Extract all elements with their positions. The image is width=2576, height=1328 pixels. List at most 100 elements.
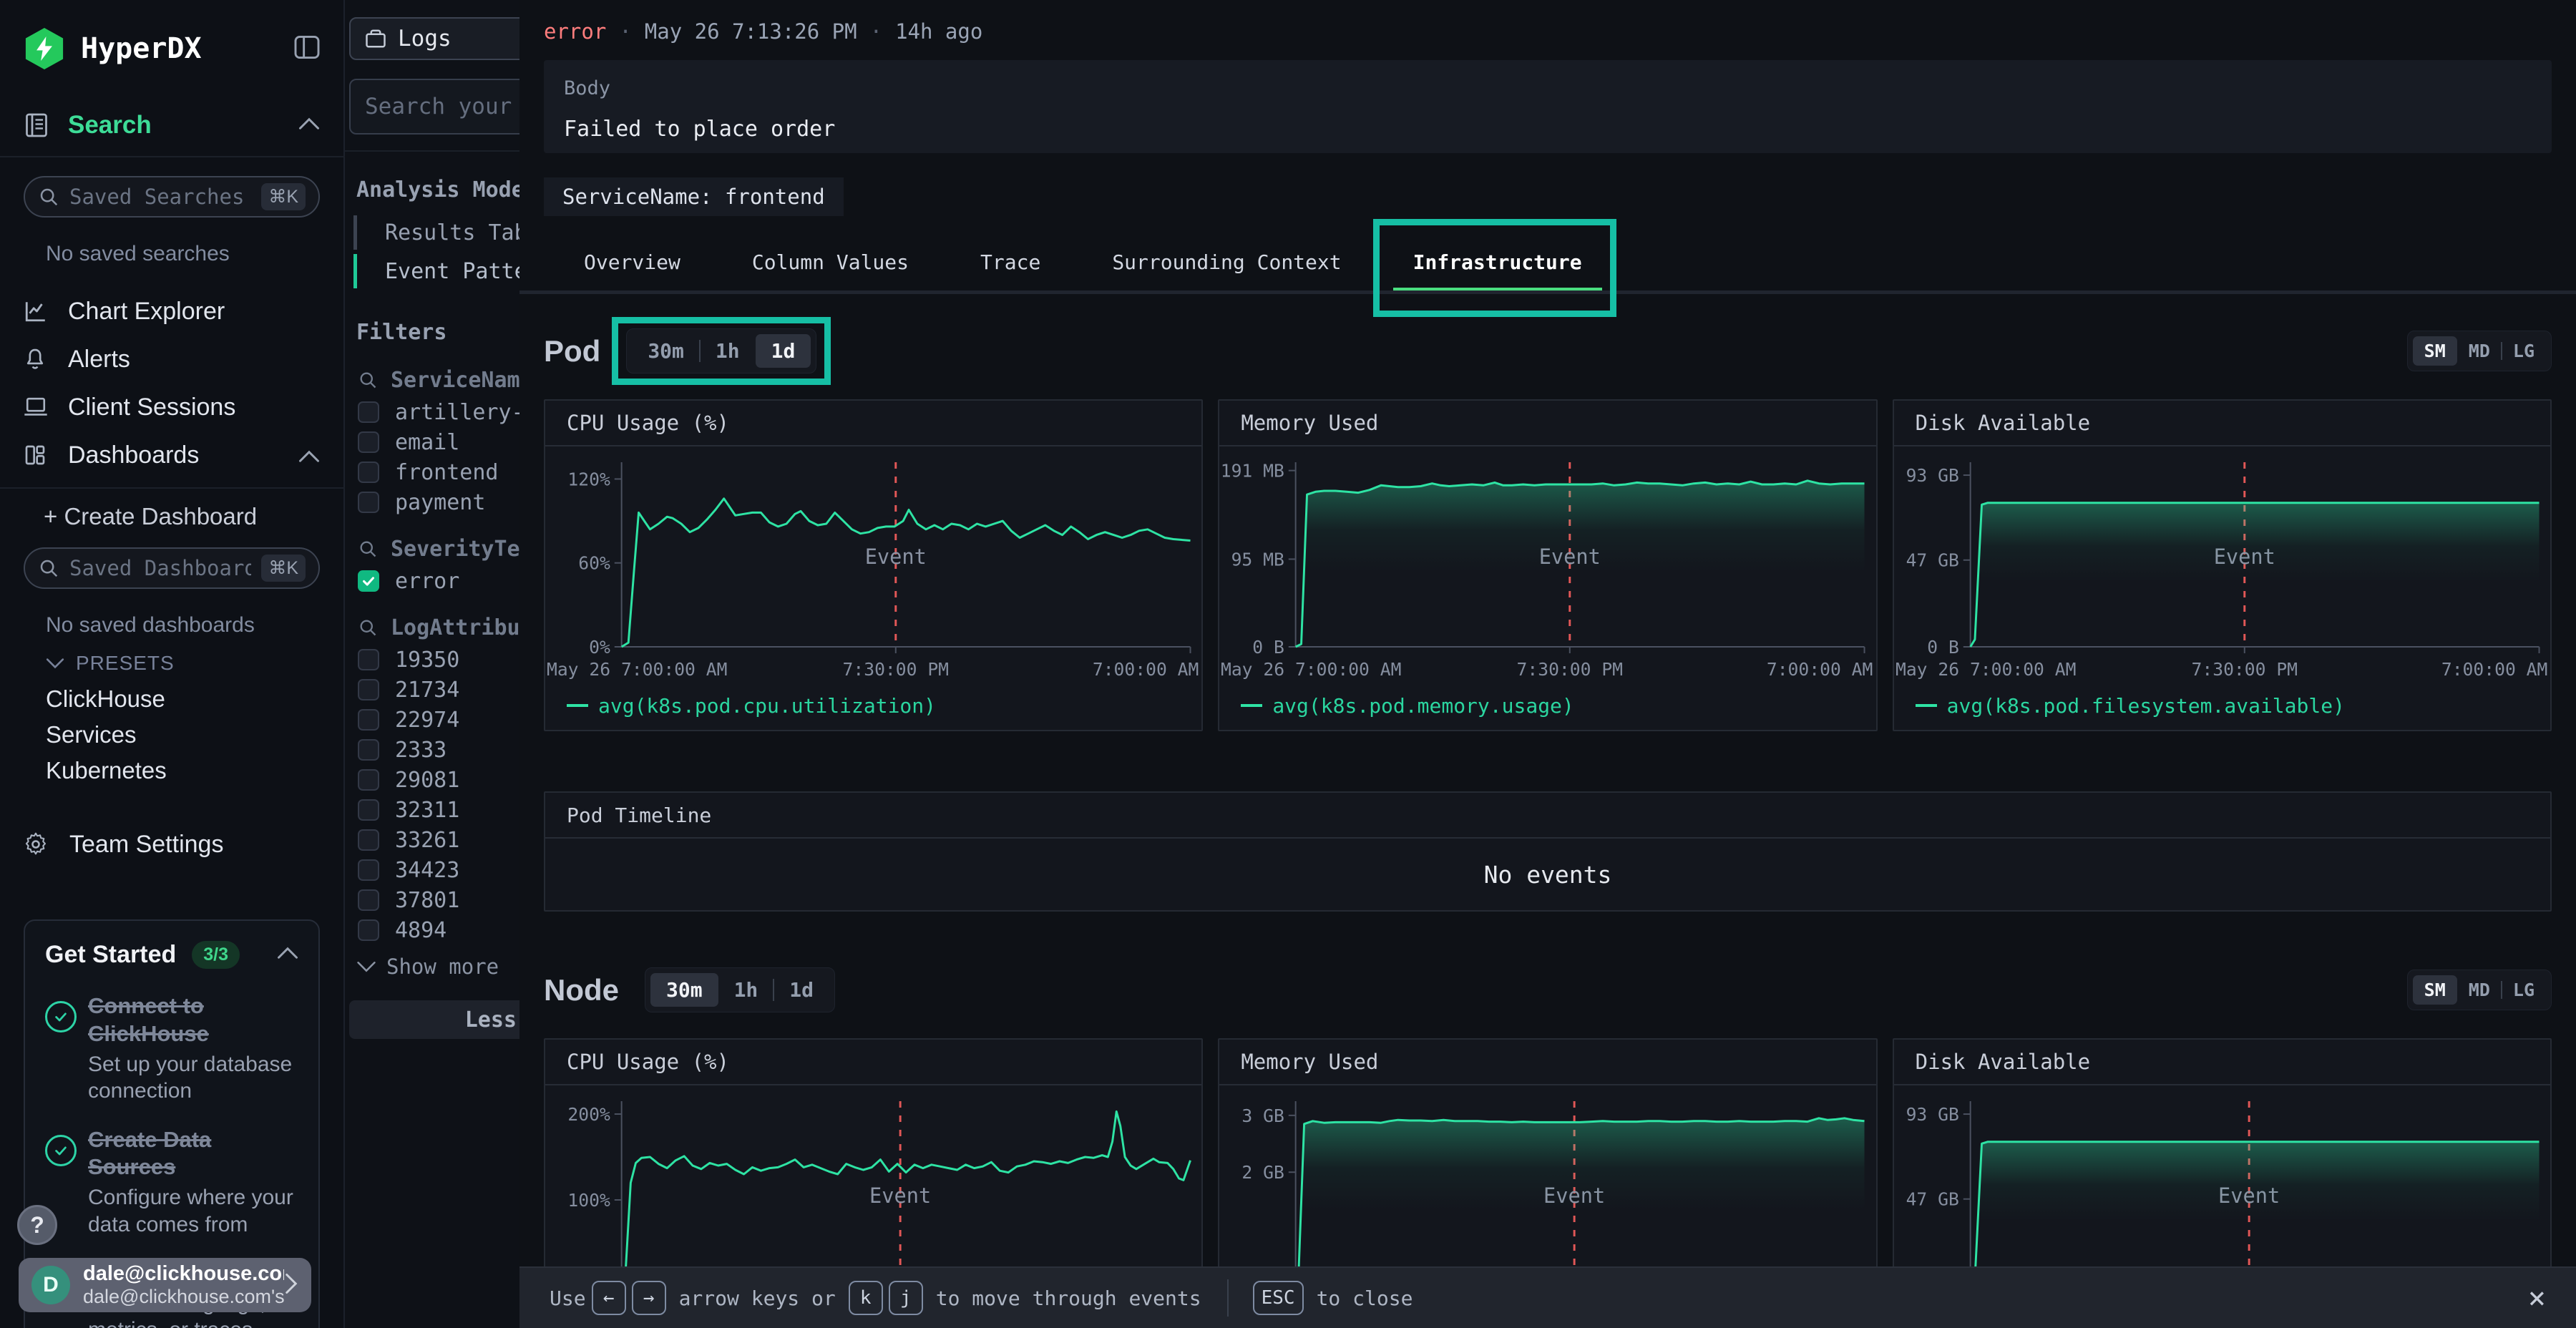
chart-title: Disk Available <box>1894 1040 2550 1085</box>
sidebar-item-chart-explorer[interactable]: Chart Explorer <box>24 296 320 326</box>
drawer-footer: Use ← → arrow keys or k j to move throug… <box>519 1266 2576 1328</box>
chart-plot[interactable]: 120%60%0%May 26 7:00:00 AM7:30:00 PM7:00… <box>545 446 1201 684</box>
collapse-sidebar-button[interactable] <box>294 36 320 62</box>
pod-size-md[interactable]: MD <box>2457 336 2502 366</box>
checkbox-checked[interactable] <box>358 570 379 592</box>
preset-kubernetes[interactable]: Kubernetes <box>24 758 320 783</box>
tab-overview[interactable]: Overview <box>584 250 680 274</box>
checkbox[interactable] <box>358 769 379 791</box>
tab-trace[interactable]: Trace <box>980 250 1040 274</box>
left-arrow-key: ← <box>592 1281 626 1315</box>
check-circle-icon <box>45 1135 77 1166</box>
cmd-k-shortcut: ⌘K <box>261 555 306 582</box>
node-section-title: Node <box>544 973 619 1007</box>
create-dashboard-button[interactable]: + Create Dashboard <box>24 502 320 532</box>
pod-range-30m[interactable]: 30m <box>632 334 700 368</box>
checkbox[interactable] <box>358 431 379 453</box>
mode-indicator <box>353 215 357 250</box>
svg-text:7:00:00 AM: 7:00:00 AM <box>1767 659 1873 680</box>
node-size-sm[interactable]: SM <box>2413 975 2457 1005</box>
laptop-icon <box>24 396 48 418</box>
pod-section-header: Pod 30m1h1d SMMDLG <box>544 328 2552 374</box>
tab-infrastructure[interactable]: Infrastructure <box>1413 250 1582 274</box>
preset-clickhouse[interactable]: ClickHouse <box>24 686 320 712</box>
checkbox[interactable] <box>358 649 379 670</box>
saved-dashboards-input[interactable]: ⌘K <box>24 547 320 589</box>
saved-dashboards-field[interactable] <box>69 556 251 580</box>
k-key: k <box>849 1281 883 1315</box>
filter-option-label: 2333 <box>395 738 447 763</box>
checkbox[interactable] <box>358 739 379 761</box>
close-drawer-icon[interactable]: × <box>2528 1283 2546 1313</box>
pod-range-1d[interactable]: 1d <box>756 334 811 368</box>
help-button[interactable]: ? <box>17 1205 57 1245</box>
pod-charts-grid: CPU Usage (%)120%60%0%May 26 7:00:00 AM7… <box>544 399 2552 731</box>
show-more-label: Show more <box>386 954 499 979</box>
event-body-panel: Body Failed to place order <box>544 60 2552 153</box>
saved-searches-field[interactable] <box>69 185 251 209</box>
svg-text:7:30:00 PM: 7:30:00 PM <box>1517 659 1624 680</box>
filter-option-label: 19350 <box>395 648 459 673</box>
chevron-up-icon[interactable] <box>277 947 298 963</box>
pod-range-1h[interactable]: 1h <box>700 334 756 368</box>
node-range-1h[interactable]: 1h <box>718 973 774 1007</box>
get-started-step[interactable]: Connect to ClickHouse Set up your databa… <box>45 992 298 1105</box>
step-subtitle: Configure where your data comes from <box>88 1184 298 1238</box>
get-started-step[interactable]: Create Data Sources Configure where your… <box>45 1126 298 1239</box>
svg-text:120%: 120% <box>567 469 610 489</box>
tab-surrounding-context[interactable]: Surrounding Context <box>1112 250 1341 274</box>
node-range-1d[interactable]: 1d <box>774 973 829 1007</box>
pod-size-sm[interactable]: SM <box>2413 336 2457 366</box>
svg-text:3 GB: 3 GB <box>1242 1105 1284 1126</box>
chevron-up-icon[interactable] <box>298 117 320 134</box>
node-range-30m[interactable]: 30m <box>650 973 718 1007</box>
presets-toggle[interactable]: PRESETS <box>24 650 320 676</box>
no-saved-dashboards-text: No saved dashboards <box>24 613 320 638</box>
svg-text:100%: 100% <box>567 1190 610 1211</box>
chart-plot[interactable]: 93 GB47 GB0 BMay 26 7:00:00 AM7:30:00 PM… <box>1894 446 2550 684</box>
footer-close-text: to close <box>1317 1286 1413 1310</box>
account-card[interactable]: D dale@clickhouse.com dale@clickhouse.co… <box>19 1258 311 1312</box>
step-title: Create Data Sources <box>88 1127 211 1180</box>
preset-services[interactable]: Services <box>24 722 320 748</box>
right-arrow-key: → <box>632 1281 666 1315</box>
legend-label: avg(k8s.pod.memory.usage) <box>1272 694 1574 718</box>
checkbox[interactable] <box>358 799 379 821</box>
chart-card-pod-cpu: CPU Usage (%)120%60%0%May 26 7:00:00 AM7… <box>544 399 1203 731</box>
chevron-up-icon[interactable] <box>298 441 320 469</box>
sidebar-item-label: Alerts <box>68 346 130 374</box>
pod-size-toggle: SMMDLG <box>2407 331 2552 371</box>
get-started-progress-badge: 3/3 <box>192 941 240 969</box>
checkbox[interactable] <box>358 829 379 851</box>
sidebar: HyperDX Search ⌘K No saved searches <box>0 0 345 1328</box>
saved-searches-input[interactable]: ⌘K <box>24 176 320 218</box>
svg-text:47 GB: 47 GB <box>1906 1189 1958 1210</box>
checkbox[interactable] <box>358 919 379 941</box>
filter-option-label: payment <box>395 490 485 515</box>
sidebar-item-team-settings[interactable]: Team Settings <box>24 828 320 861</box>
chart-plot[interactable]: 191 MB95 MB0 BMay 26 7:00:00 AM7:30:00 P… <box>1219 446 1875 684</box>
node-size-lg[interactable]: LG <box>2502 975 2546 1005</box>
checkbox[interactable] <box>358 889 379 911</box>
sidebar-item-search-label: Search <box>68 111 152 140</box>
checkbox[interactable] <box>358 462 379 483</box>
chart-title: CPU Usage (%) <box>545 1040 1201 1085</box>
checkbox[interactable] <box>358 492 379 513</box>
checkbox[interactable] <box>358 709 379 731</box>
checkbox[interactable] <box>358 859 379 881</box>
step-subtitle: Set up your database connection <box>88 1051 298 1105</box>
lightning-bolt-icon <box>34 36 55 61</box>
sidebar-item-client-sessions[interactable]: Client Sessions <box>24 392 320 422</box>
sidebar-item-alerts[interactable]: Alerts <box>24 344 320 374</box>
bell-icon <box>24 347 48 371</box>
checkbox[interactable] <box>358 401 379 423</box>
chevron-down-icon <box>356 961 376 972</box>
tab-column-values[interactable]: Column Values <box>752 250 909 274</box>
node-size-md[interactable]: MD <box>2457 975 2502 1005</box>
checkbox[interactable] <box>358 679 379 700</box>
sidebar-item-dashboards[interactable]: Dashboards <box>24 440 320 470</box>
pod-size-lg[interactable]: LG <box>2502 336 2546 366</box>
service-name-tag[interactable]: ServiceName: frontend <box>544 177 844 216</box>
sidebar-item-search[interactable]: Search <box>24 109 320 142</box>
filter-option-label: 22974 <box>395 708 459 733</box>
